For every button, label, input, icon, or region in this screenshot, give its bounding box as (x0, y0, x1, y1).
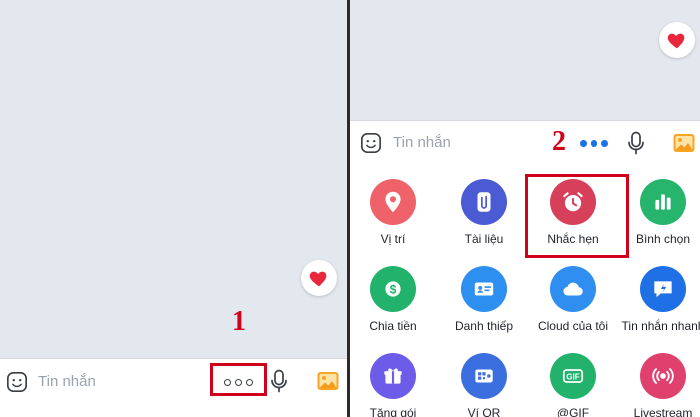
tool-livestream[interactable]: Livestream (620, 353, 700, 417)
business-card-icon (461, 266, 507, 312)
tool-label: @GIF (556, 406, 590, 417)
tool-label: Danh thiếp (454, 319, 514, 333)
livestream-icon (640, 353, 686, 399)
highlight-reminder-tool (525, 174, 629, 258)
tool-label: Tin nhắn nhanh (621, 319, 700, 333)
tool-gif[interactable]: GIF @GIF (530, 353, 616, 417)
tool-qr-wallet[interactable]: Ví QR (441, 353, 527, 417)
paperclip-icon (461, 179, 507, 225)
cloud-icon (550, 266, 596, 312)
tool-my-cloud[interactable]: Cloud của tôi (530, 266, 616, 333)
gif-icon: GIF (550, 353, 596, 399)
message-input-bar: Tin nhắn (0, 358, 347, 417)
microphone-icon[interactable] (270, 369, 288, 393)
message-input[interactable]: Tin nhắn (38, 373, 96, 390)
tool-document[interactable]: Tài liệu (441, 179, 527, 246)
tool-label: Tặng gói (369, 406, 417, 417)
svg-text:$: $ (390, 282, 397, 296)
money-split-icon: $ (370, 266, 416, 312)
more-dots-icon (580, 139, 587, 147)
tool-label: Ví QR (467, 406, 501, 417)
tool-location[interactable]: Vị trí (350, 179, 436, 246)
tool-label: Chia tiền (369, 319, 417, 333)
step-number-2: 2 (552, 126, 566, 157)
quick-message-icon (640, 266, 686, 312)
tool-label: Livestream (633, 406, 693, 417)
attachment-tools-drawer: Vị trí Tài liệu Nhắc hẹn Bình chọn $ Chi… (350, 163, 700, 417)
tool-label: Bình chọn (635, 232, 691, 246)
tool-label: Vị trí (380, 232, 406, 246)
heart-icon (667, 33, 685, 49)
microphone-icon[interactable] (627, 131, 645, 155)
sticker-icon[interactable] (360, 132, 382, 154)
qr-wallet-icon (461, 353, 507, 399)
heart-reaction-button[interactable] (659, 22, 695, 58)
photo-icon[interactable] (316, 369, 340, 393)
tool-label: Cloud của tôi (537, 319, 609, 333)
tool-label: Tài liệu (464, 232, 504, 246)
location-pin-icon (370, 179, 416, 225)
right-screenshot: Tin nhắn 2 Vị trí Tài liệu Nhắc hẹn Bình… (350, 0, 700, 417)
svg-text:GIF: GIF (566, 373, 580, 382)
bar-chart-icon (640, 179, 686, 225)
tool-gift[interactable]: Tặng gói (350, 353, 436, 417)
sticker-icon[interactable] (6, 371, 28, 393)
gift-icon (370, 353, 416, 399)
tool-poll[interactable]: Bình chọn (620, 179, 700, 246)
highlight-more-button (210, 363, 267, 396)
message-input-bar: Tin nhắn 2 (350, 120, 700, 165)
message-input[interactable]: Tin nhắn (393, 134, 451, 151)
heart-reaction-button[interactable] (301, 260, 337, 296)
tool-quick-message[interactable]: Tin nhắn nhanh (620, 266, 700, 333)
more-options-button-active[interactable] (580, 133, 609, 153)
tool-business-card[interactable]: Danh thiếp (441, 266, 527, 333)
step-number-1: 1 (232, 306, 246, 337)
photo-icon[interactable] (672, 131, 696, 155)
left-screenshot: 1 Tin nhắn (0, 0, 347, 417)
heart-icon (309, 271, 327, 287)
tool-split-bill[interactable]: $ Chia tiền (350, 266, 436, 333)
